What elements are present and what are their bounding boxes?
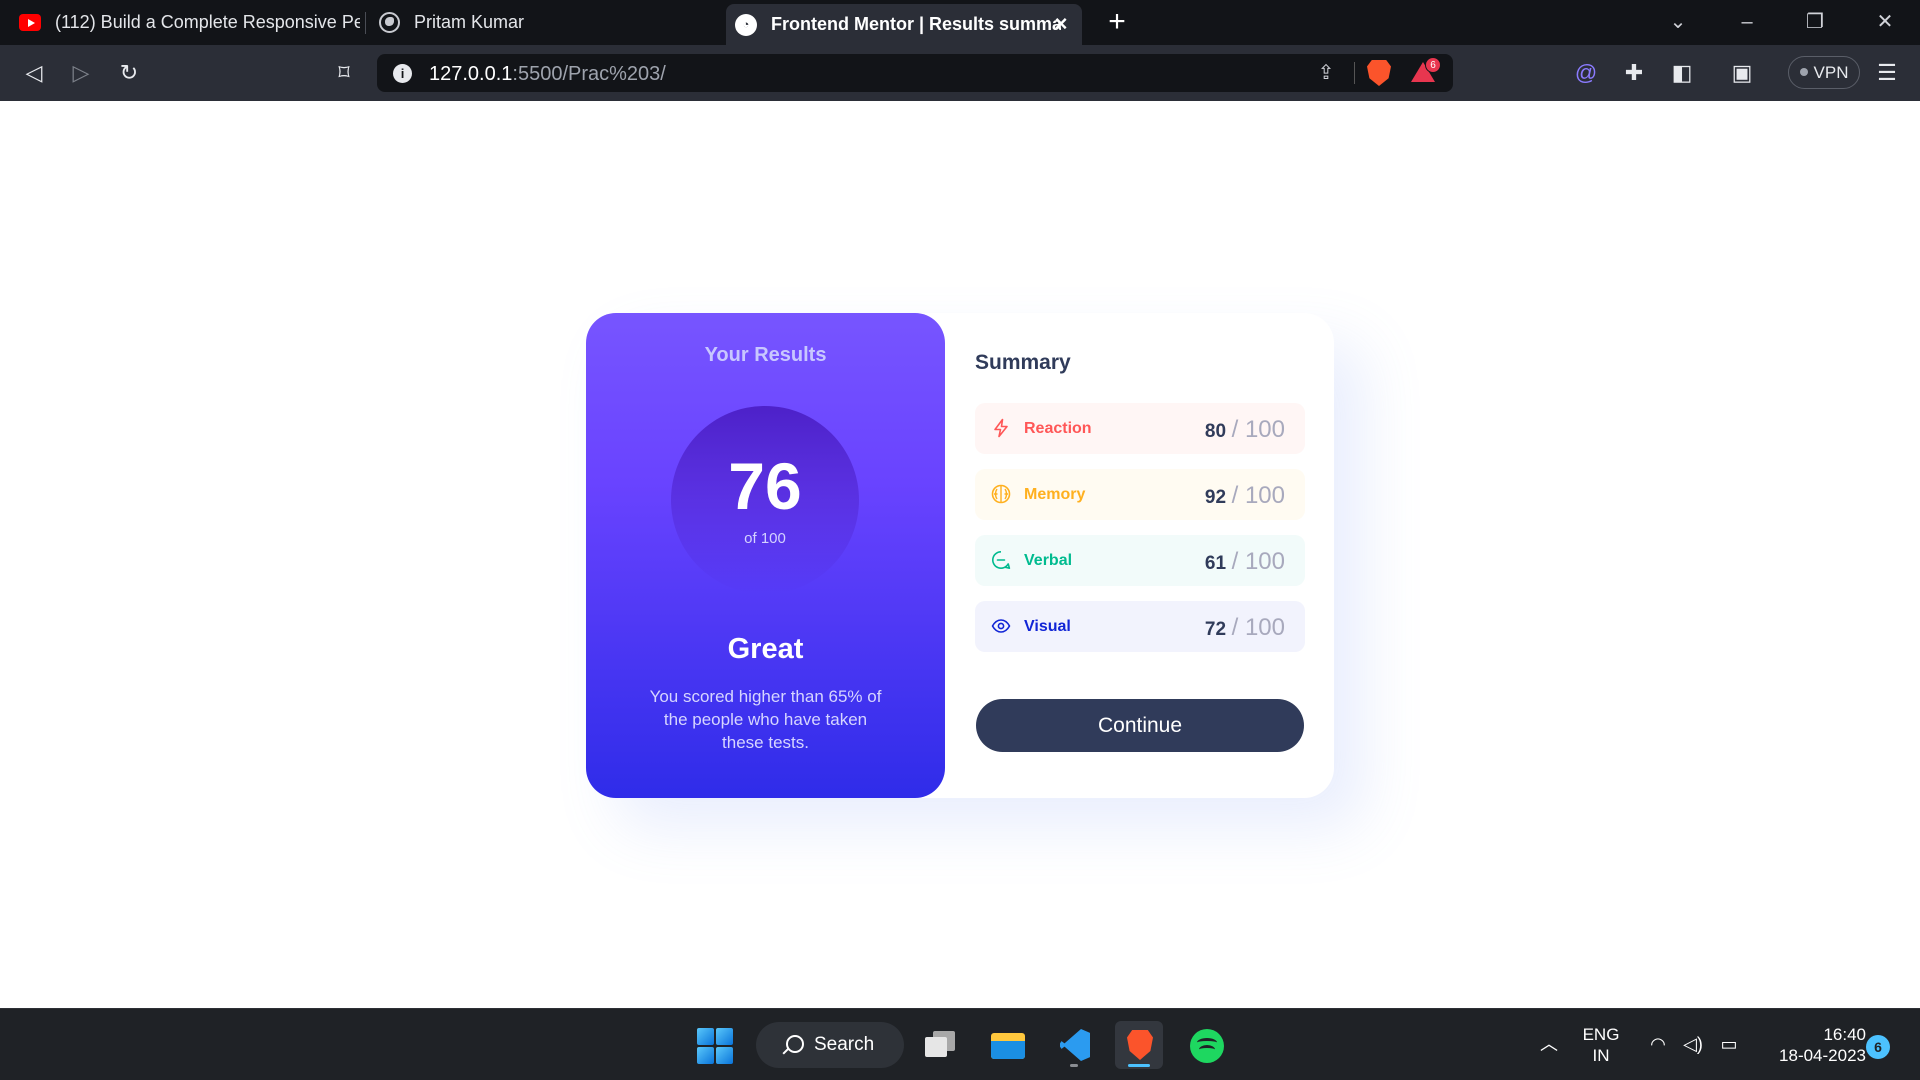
lang-line2: IN <box>1592 1046 1610 1065</box>
score-number: 72 <box>1204 619 1227 640</box>
clock-date: 18-04-2023 <box>1779 1046 1866 1065</box>
youtube-icon <box>19 12 41 34</box>
chat-icon <box>992 551 1011 569</box>
windows-start-icon[interactable] <box>697 1028 733 1064</box>
forward-icon[interactable]: ▷ <box>65 57 97 89</box>
tab-youtube[interactable]: (112) Build a Complete Responsive Person… <box>0 0 365 45</box>
extension-at-icon[interactable]: @ <box>1570 57 1602 89</box>
browser-tab-strip: (112) Build a Complete Responsive Person… <box>0 0 1920 45</box>
summary-score: 80 / 100 <box>1205 416 1285 444</box>
brain-icon <box>991 484 1011 504</box>
score-max: / 100 <box>1231 416 1285 443</box>
brave-browser-icon[interactable] <box>1115 1021 1163 1069</box>
browser-toolbar: ◁ ▷ ↻ ⌑ i 127.0.0.1:5500/Prac%203/ ⇪ 6 @… <box>0 45 1920 101</box>
volume-icon[interactable]: ◁) <box>1680 1032 1706 1056</box>
site-info-icon[interactable]: i <box>393 64 412 83</box>
summary-label: Verbal <box>1024 552 1073 569</box>
address-host: 127.0.0.1 <box>429 63 513 85</box>
summary-row-reaction: Reaction 80 / 100 <box>975 403 1305 454</box>
taskbar: Search ︿ ENG IN ◠ ◁) ▭ 16:40 18-04-2023 … <box>0 1008 1920 1080</box>
summary-label: Memory <box>1024 486 1086 503</box>
score-of-label: of 100 <box>744 530 786 547</box>
score-value: 76 <box>728 449 802 523</box>
summary-score: 61 / 100 <box>1205 548 1285 576</box>
summary-title: Summary <box>975 351 1071 374</box>
continue-button[interactable]: Continue <box>976 699 1304 752</box>
close-window-icon[interactable]: ✕ <box>1865 6 1905 38</box>
summary-label: Visual <box>1024 618 1071 635</box>
address-text[interactable]: 127.0.0.1:5500/Prac%203/ <box>429 63 666 86</box>
restore-icon[interactable]: ❐ <box>1795 6 1835 38</box>
frontend-mentor-icon: ◔ <box>735 13 757 36</box>
score-max: / 100 <box>1231 614 1285 641</box>
summary-row-visual: Visual 72 / 100 <box>975 601 1305 652</box>
spotify-icon[interactable] <box>1182 1021 1230 1069</box>
score-number: 92 <box>1204 487 1227 508</box>
vpn-button[interactable]: VPN <box>1788 56 1860 89</box>
tab-frontend-mentor-active[interactable]: ◔ Frontend Mentor | Results summary comp… <box>726 4 1082 45</box>
globe-icon <box>378 12 400 34</box>
menu-icon[interactable]: ☰ <box>1871 57 1903 89</box>
result-panel: Your Results 76 of 100 Great You scored … <box>586 313 945 798</box>
lang-line1: ENG <box>1582 1025 1620 1044</box>
summary-row-verbal: Verbal 61 / 100 <box>975 535 1305 586</box>
share-icon[interactable]: ⇪ <box>1311 58 1341 88</box>
result-grade: Great <box>727 633 804 665</box>
wifi-icon[interactable]: ◠ <box>1645 1032 1671 1056</box>
summary-panel: Summary Reaction 80 / 100 Memory 92 / 10… <box>975 313 1334 798</box>
search-icon <box>786 1035 804 1053</box>
summary-row-memory: Memory 92 / 100 <box>975 469 1305 520</box>
tab-title: Pritam Kumar <box>414 12 525 32</box>
new-tab-button[interactable]: + <box>1102 6 1132 38</box>
taskbar-clock[interactable]: 16:40 18-04-2023 <box>1756 1024 1866 1066</box>
tray-overflow-chevron-icon[interactable]: ︿ <box>1537 1032 1561 1056</box>
score-number: 61 <box>1204 553 1227 574</box>
lightning-icon <box>994 418 1008 438</box>
active-indicator <box>1128 1064 1150 1067</box>
result-description: You scored higher than 65% of the people… <box>649 687 882 752</box>
extensions-puzzle-icon[interactable]: ✚ <box>1618 57 1650 89</box>
eye-icon <box>991 619 1011 633</box>
input-language-indicator[interactable]: ENG IN <box>1577 1024 1625 1066</box>
sidebar-toggle-icon[interactable]: ◧ <box>1666 57 1698 89</box>
taskbar-search-button[interactable]: Search <box>756 1022 904 1068</box>
tab-pritam-kumar[interactable]: Pritam Kumar <box>366 0 724 45</box>
vscode-icon[interactable] <box>1050 1021 1098 1069</box>
back-icon[interactable]: ◁ <box>18 57 50 89</box>
score-circle: 76 of 100 <box>671 406 859 594</box>
notification-badge[interactable]: 6 <box>1866 1035 1890 1059</box>
result-heading: Your Results <box>704 344 827 366</box>
summary-label: Reaction <box>1024 420 1092 437</box>
tab-title: Frontend Mentor | Results summary compon… <box>771 14 1061 34</box>
vpn-label: VPN <box>1813 63 1849 82</box>
tab-title: (112) Build a Complete Responsive Person… <box>55 12 360 32</box>
tab-list-chevron-icon[interactable]: ⌄ <box>1658 6 1698 38</box>
rewards-badge: 6 <box>1425 57 1441 73</box>
score-number: 80 <box>1204 421 1227 442</box>
address-divider <box>1354 62 1355 84</box>
reload-icon[interactable]: ↻ <box>113 57 145 89</box>
bookmark-icon[interactable]: ⌑ <box>328 57 360 89</box>
taskbar-search-label: Search <box>814 1034 875 1055</box>
brave-shields-icon[interactable] <box>1367 60 1391 86</box>
score-max: / 100 <box>1231 548 1285 575</box>
clock-time: 16:40 <box>1823 1025 1866 1044</box>
score-max: / 100 <box>1231 482 1285 509</box>
vpn-status-dot <box>1799 67 1808 76</box>
minimize-icon[interactable]: – <box>1727 6 1767 38</box>
summary-score: 92 / 100 <box>1205 482 1285 510</box>
wallet-icon[interactable]: ▣ <box>1726 57 1758 89</box>
tab-close-icon[interactable]: × <box>1050 13 1072 35</box>
task-view-icon[interactable] <box>917 1021 965 1069</box>
summary-score: 72 / 100 <box>1205 614 1285 642</box>
battery-icon[interactable]: ▭ <box>1716 1032 1742 1056</box>
running-indicator <box>1070 1064 1078 1067</box>
file-explorer-icon[interactable] <box>983 1021 1031 1069</box>
results-summary-card: Your Results 76 of 100 Great You scored … <box>586 313 1334 798</box>
address-path: :5500/Prac%203/ <box>512 63 666 85</box>
address-bar[interactable]: i 127.0.0.1:5500/Prac%203/ ⇪ 6 <box>377 54 1453 92</box>
